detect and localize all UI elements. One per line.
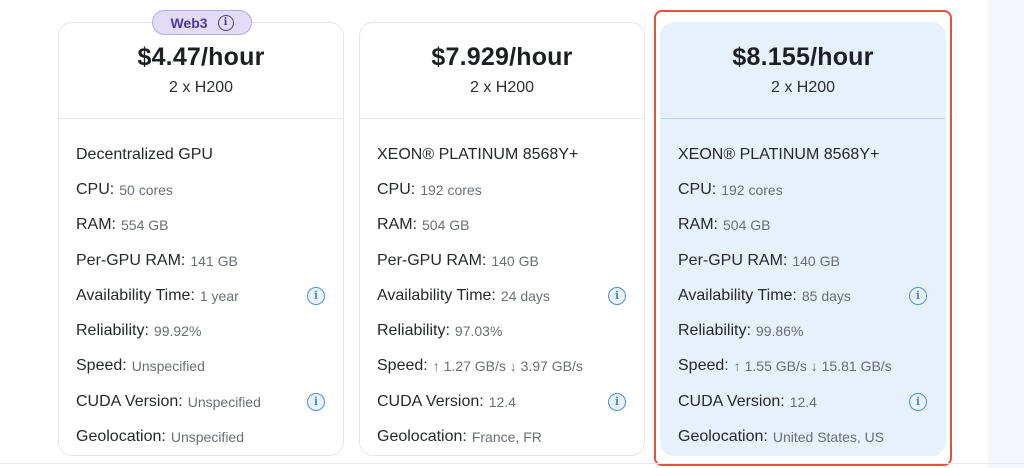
spec-list: Decentralized GPU CPU: 50 cores RAM: 554 G… bbox=[59, 119, 343, 455]
scrollbar-track bbox=[988, 0, 1024, 468]
cpu-model-name: Decentralized GPU bbox=[76, 145, 213, 163]
spec-key: Per-GPU RAM: bbox=[76, 251, 186, 269]
divider bbox=[0, 463, 1024, 464]
spec-key: CUDA Version: bbox=[377, 392, 484, 410]
spec-row-availability: Availability Time: 24 days i bbox=[377, 278, 644, 313]
spec-key: Speed: bbox=[76, 357, 127, 375]
spec-row-ram: RAM: 504 GB bbox=[377, 208, 644, 243]
selection-outline bbox=[654, 10, 952, 466]
spec-value: 140 GB bbox=[491, 252, 539, 269]
gpu-offer-card[interactable]: $7.929/hour 2 x H200 XEON® PLATINUM 8568… bbox=[359, 22, 645, 456]
spec-row-reliability: Reliability: 99.92% bbox=[76, 313, 343, 348]
spec-key: Per-GPU RAM: bbox=[377, 251, 487, 269]
info-icon[interactable]: i bbox=[307, 286, 325, 305]
info-icon[interactable]: i bbox=[217, 14, 234, 31]
spec-value: Unspecified bbox=[170, 429, 244, 446]
spec-value: Unspecified bbox=[131, 358, 205, 375]
spec-value: France, FR bbox=[471, 429, 542, 446]
spec-key: Availability Time: bbox=[377, 286, 496, 304]
gpu-count-label: 2 x H200 bbox=[469, 79, 535, 96]
spec-row-geolocation: Geolocation: Unspecified bbox=[76, 419, 343, 454]
spec-row-availability: Availability Time: 1 year i bbox=[76, 278, 343, 313]
cpu-model-row: Decentralized GPU bbox=[76, 137, 343, 172]
spec-value: 12.4 bbox=[488, 393, 516, 410]
spec-list: XEON® PLATINUM 8568Y+ CPU: 192 cores RAM:… bbox=[360, 119, 644, 455]
spec-row-reliability: Reliability: 97.03% bbox=[377, 313, 644, 348]
spec-key: CPU: bbox=[76, 180, 115, 198]
badge-label: Web3 bbox=[170, 14, 208, 31]
gpu-offer-card[interactable]: $4.47/hour 2 x H200 Decentralized GPU CP… bbox=[58, 22, 344, 456]
spec-value: 97.03% bbox=[454, 323, 503, 340]
spec-key: Reliability: bbox=[76, 322, 149, 340]
spec-key: Reliability: bbox=[377, 322, 450, 340]
spec-row-ram: RAM: 554 GB bbox=[76, 208, 343, 243]
spec-row-geolocation: Geolocation: France, FR bbox=[377, 419, 644, 454]
spec-value: 554 GB bbox=[121, 217, 169, 234]
spec-value: 50 cores bbox=[119, 181, 173, 198]
spec-value: 504 GB bbox=[422, 217, 470, 234]
spec-value: Unspecified bbox=[187, 393, 261, 410]
info-icon[interactable]: i bbox=[608, 286, 626, 305]
spec-value: 141 GB bbox=[190, 252, 238, 269]
spec-key: RAM: bbox=[76, 216, 116, 234]
price-label: $4.47/hour bbox=[137, 43, 265, 71]
spec-key: CUDA Version: bbox=[76, 392, 183, 410]
spec-value: 1 year bbox=[199, 287, 239, 304]
info-icon[interactable]: i bbox=[307, 392, 325, 411]
price-label: $7.929/hour bbox=[431, 43, 573, 71]
card-header: $4.47/hour 2 x H200 bbox=[59, 23, 343, 119]
spec-key: Speed: bbox=[377, 357, 428, 375]
spec-value: 99.92% bbox=[153, 323, 202, 340]
spec-key: Geolocation: bbox=[377, 428, 467, 446]
cpu-model-name: XEON® PLATINUM 8568Y+ bbox=[377, 145, 579, 163]
info-icon[interactable]: i bbox=[608, 392, 626, 411]
cpu-model-row: XEON® PLATINUM 8568Y+ bbox=[377, 137, 644, 172]
spec-row-cpu: CPU: 50 cores bbox=[76, 172, 343, 207]
spec-key: Geolocation: bbox=[76, 428, 166, 446]
card-header: $7.929/hour 2 x H200 bbox=[360, 23, 644, 119]
spec-value: 24 days bbox=[500, 287, 550, 304]
spec-key: RAM: bbox=[377, 216, 417, 234]
spec-key: CPU: bbox=[377, 180, 416, 198]
spec-value: 192 cores bbox=[420, 181, 482, 198]
spec-row-cuda: CUDA Version: 12.4 i bbox=[377, 384, 644, 419]
gpu-count-label: 2 x H200 bbox=[168, 79, 234, 96]
spec-value: ↑ 1.27 GB/s ↓ 3.97 GB/s bbox=[432, 358, 583, 375]
spec-row-speed: Speed: ↑ 1.27 GB/s ↓ 3.97 GB/s bbox=[377, 349, 644, 384]
spec-row-cpu: CPU: 192 cores bbox=[377, 172, 644, 207]
spec-key: Availability Time: bbox=[76, 286, 195, 304]
spec-row-cuda: CUDA Version: Unspecified i bbox=[76, 384, 343, 419]
spec-row-per-gpu-ram: Per-GPU RAM: 141 GB bbox=[76, 243, 343, 278]
spec-row-per-gpu-ram: Per-GPU RAM: 140 GB bbox=[377, 243, 644, 278]
web3-badge[interactable]: Web3 i bbox=[152, 10, 252, 35]
spec-row-speed: Speed: Unspecified bbox=[76, 349, 343, 384]
